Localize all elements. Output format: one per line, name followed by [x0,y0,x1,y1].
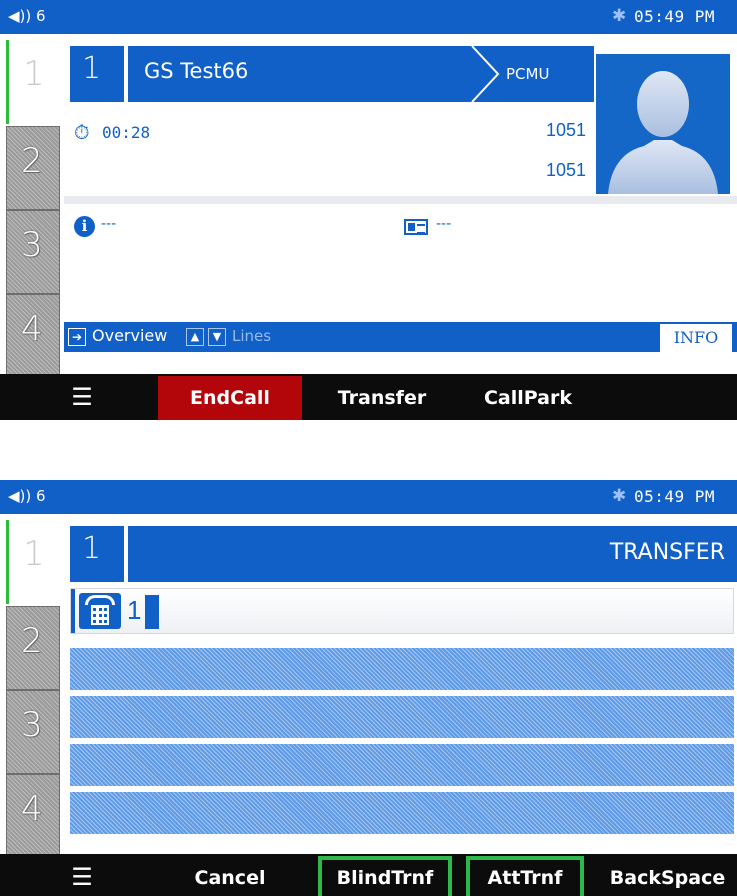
arrow-right-icon: ➔ [68,328,86,346]
attended-transfer-button[interactable]: AttTrnf [466,856,584,896]
status-bar: ◀)) 6 ✱ 05:49 PM [0,480,737,514]
suggestion-row[interactable] [70,792,734,834]
text-cursor [145,595,159,629]
softkey-bar: ☰ EndCall Transfer CallPark [0,374,737,420]
line-key-1[interactable]: 1 [6,40,60,124]
transfer-button[interactable]: Transfer [310,376,454,420]
line-key-2[interactable]: 2 [6,606,60,690]
status-bar: ◀)) 6 ✱ 05:49 PM [0,0,737,34]
line-key-3[interactable]: 3 [6,210,60,294]
dial-input[interactable]: 1 [70,588,734,634]
contact-value: --- [436,216,452,232]
line-key-4[interactable]: 4 [6,294,60,378]
volume-indicator: ◀)) 6 [8,487,46,505]
line-key-2[interactable]: 2 [6,126,60,210]
transfer-title: TRANSFER [609,540,725,565]
phone-icon [79,593,121,629]
nav-bar: ➔ Overview ▲ ▼ Lines INFO [64,322,737,352]
line-number-badge: 1 [70,46,124,102]
bluetooth-icon: ✱ [612,6,627,26]
clock: 05:49 PM [634,487,716,506]
call-screen: ◀)) 6 ✱ 05:49 PM 1 2 3 4 1 GS Test66 PCM… [0,0,737,420]
call-timer: 00:28 [102,123,151,142]
contact-card-icon [404,219,428,235]
menu-icon[interactable]: ☰ [70,382,94,412]
backspace-button[interactable]: BackSpace [598,856,737,896]
transfer-screen: ◀)) 6 ✱ 05:49 PM 1 2 3 4 1 TRANSFER 1 ☰ … [0,480,737,896]
arrow-down-icon: ▼ [208,328,226,346]
info-icon: i [74,216,95,237]
blind-transfer-button[interactable]: BlindTrnf [318,856,452,896]
suggestion-row[interactable] [70,744,734,786]
stopwatch-icon: ⏱ [74,120,90,144]
dialed-number: 1 [127,595,142,625]
arrow-up-icon: ▲ [186,328,204,346]
suggestion-row[interactable] [70,696,734,738]
suggestion-row[interactable] [70,648,734,690]
info-value: --- [101,216,117,232]
caller-account: 1051 [545,160,586,180]
line-keys: 1 2 3 4 [0,520,60,858]
cancel-button[interactable]: Cancel [160,856,300,896]
volume-level: 6 [36,487,46,505]
divider [64,196,737,204]
person-silhouette-icon [608,71,718,194]
line-keys: 1 2 3 4 [0,40,60,378]
chevron-right-icon [471,46,500,102]
info-tab[interactable]: INFO [660,324,732,352]
caller-name: GS Test66 [144,59,249,83]
avatar [594,46,737,195]
overview-label[interactable]: Overview [92,326,167,345]
transfer-header: TRANSFER [128,526,737,582]
call-park-button[interactable]: CallPark [456,376,600,420]
end-call-button[interactable]: EndCall [158,376,302,420]
lines-label[interactable]: Lines [232,327,271,345]
menu-icon[interactable]: ☰ [70,862,94,892]
line-number-badge: 1 [70,526,124,582]
caller-number: 1051 [545,120,586,140]
volume-level: 6 [36,7,46,25]
line-key-1[interactable]: 1 [6,520,60,604]
clock: 05:49 PM [634,7,716,26]
bluetooth-icon: ✱ [612,486,627,506]
softkey-bar: ☰ Cancel BlindTrnf AttTrnf BackSpace [0,854,737,896]
line-key-3[interactable]: 3 [6,690,60,774]
line-key-4[interactable]: 4 [6,774,60,858]
volume-indicator: ◀)) 6 [8,7,46,25]
